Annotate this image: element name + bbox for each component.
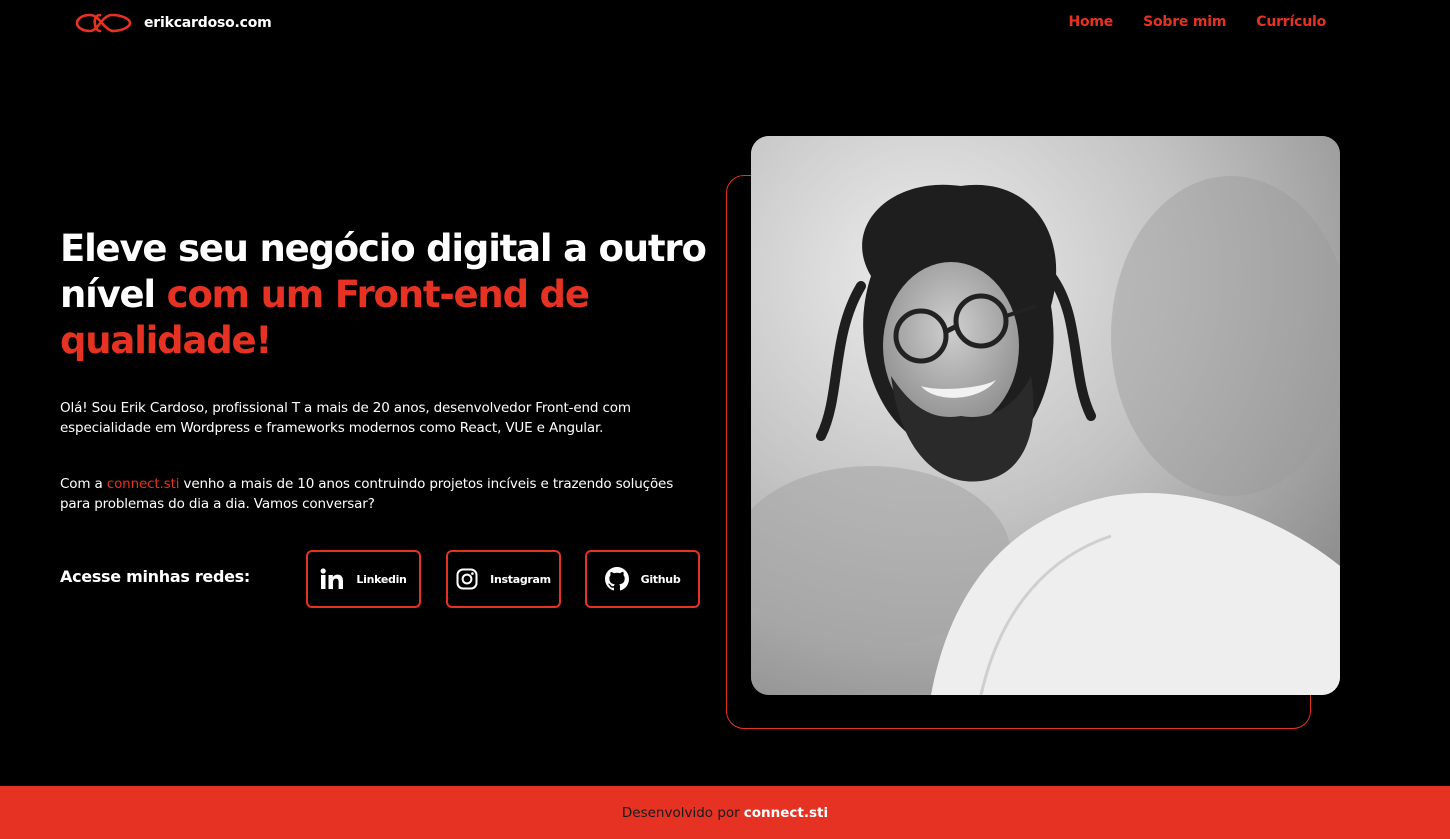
- instagram-icon: [456, 568, 478, 590]
- linkedin-button[interactable]: Linkedin: [306, 550, 421, 608]
- profile-photo-illustration: [751, 136, 1340, 695]
- github-icon: [604, 567, 629, 591]
- nav-home-link[interactable]: Home: [1068, 14, 1113, 30]
- footer-bar: Desenvolvido por connect.sti: [0, 786, 1450, 839]
- site-name: erikcardoso.com: [144, 15, 272, 31]
- nav-about-link[interactable]: Sobre mim: [1143, 14, 1226, 30]
- profile-photo: [751, 136, 1340, 695]
- linkedin-icon: [321, 568, 344, 589]
- social-label: Acesse minhas redes:: [60, 567, 250, 586]
- github-button[interactable]: Github: [585, 550, 700, 608]
- github-label: Github: [640, 572, 681, 586]
- instagram-button[interactable]: Instagram: [446, 550, 561, 608]
- company-link[interactable]: connect.sti: [107, 476, 180, 492]
- linkedin-label: Linkedin: [356, 572, 407, 586]
- footer-brand-link[interactable]: connect.sti: [744, 805, 828, 821]
- site-logo[interactable]: erikcardoso.com: [74, 11, 272, 35]
- intro-paragraph: Olá! Sou Erik Cardoso, profissional T a …: [60, 400, 631, 436]
- main-nav: Home Sobre mim Currículo: [1068, 14, 1326, 30]
- company-paragraph: Com a connect.sti venho a mais de 10 ano…: [60, 474, 700, 514]
- nav-resume-link[interactable]: Currículo: [1256, 14, 1326, 30]
- hero-headline: Eleve seu negócio digital a outro nível …: [60, 226, 720, 364]
- top-navbar: erikcardoso.com Home Sobre mim Currículo: [0, 0, 1450, 46]
- instagram-label: Instagram: [490, 572, 551, 586]
- company-paragraph-start: Com a: [60, 476, 107, 492]
- headline-line1: Eleve seu negócio digital a outro: [60, 227, 707, 270]
- infinity-logo-icon: [75, 13, 132, 33]
- footer-prefix: Desenvolvido por: [621, 804, 740, 821]
- headline-white-part: nível: [60, 273, 167, 316]
